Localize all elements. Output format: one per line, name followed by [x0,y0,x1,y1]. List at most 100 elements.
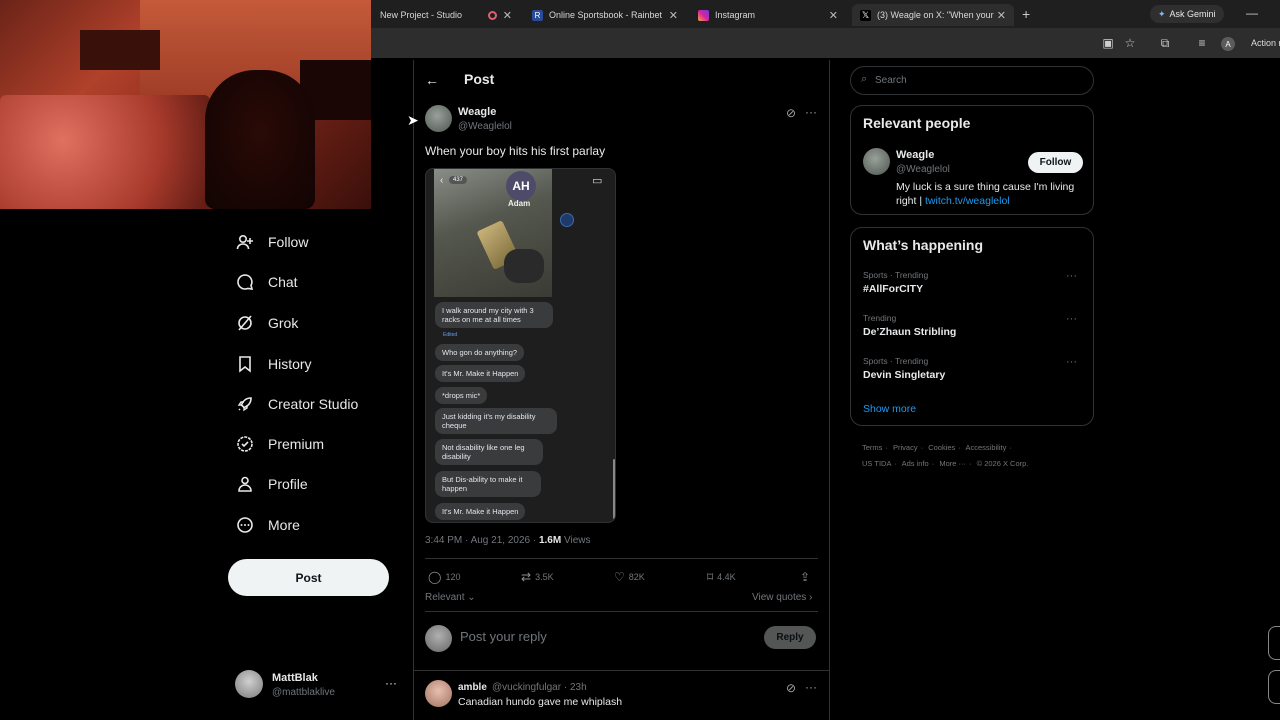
nav-history[interactable]: History [236,352,312,376]
comment-author-name[interactable]: amble [458,682,487,693]
more-dots-icon[interactable]: ··· [805,680,817,694]
tab-title: New Project - Studio [380,10,463,20]
action-label[interactable]: Action r [1251,38,1280,48]
card-title: What’s happening [863,237,984,253]
back-arrow-icon[interactable]: ← [425,72,439,88]
person-bio: My luck is a sure thing cause I'm living… [896,180,1086,208]
like-stat[interactable]: ♡ 82K [614,570,645,584]
nav-label: History [268,356,312,372]
status-dot-icon [560,213,574,227]
trend-category: Sports · Trending [863,270,929,280]
person-icon [236,475,254,493]
recording-icon [487,10,497,20]
edge-control[interactable] [1268,626,1280,660]
divider [425,611,818,612]
search-input[interactable]: ⌕ Search [850,66,1094,95]
footer-sep: · [894,459,897,468]
follow-button[interactable]: Follow [1028,152,1083,173]
compose-post-button[interactable]: Post [228,559,389,596]
ask-gemini-button[interactable]: ✦ Ask Gemini [1150,5,1224,23]
tab-rainbet[interactable]: R Online Sportsbook - Rainbet ✕ [524,4,686,26]
reading-list-icon[interactable]: ≡ [1195,36,1209,50]
avatar[interactable] [863,148,890,175]
avatar [425,625,452,652]
views-label: Views [561,535,591,546]
nav-creator-studio[interactable]: Creator Studio [236,392,358,416]
contact-avatar: AH [506,171,536,201]
reply-button[interactable]: Reply [764,626,816,649]
cast-icon[interactable]: ▣ [1101,36,1115,50]
hand-image [504,249,544,283]
instagram-icon [698,9,709,21]
nav-grok[interactable]: Grok [236,311,298,335]
media-scrollbar [613,459,615,519]
post-time[interactable]: 3:44 PM · Aug 21, 2026 · [425,535,539,546]
share-button[interactable]: ⇪ [800,570,814,584]
more-dots-icon[interactable]: ··· [1066,356,1077,368]
footer-link[interactable]: US TIDA [862,459,891,468]
tab-instagram[interactable]: Instagram ✕ [690,4,846,26]
author-name[interactable]: Weagle [458,106,496,118]
person-handle[interactable]: @Weaglelol [896,164,950,175]
new-tab-button[interactable]: + [1022,6,1030,22]
reply-input[interactable]: Post your reply [460,629,547,644]
comment-author-handle[interactable]: @vuckingfulgar · 23h [492,682,587,693]
comment-text: Canadian hundo gave me whiplash [458,696,623,708]
grok-icon[interactable]: ⊘ [786,106,796,120]
close-tab-icon[interactable]: ✕ [503,9,512,22]
message-bubble: It's Mr. Make it Happen [435,365,526,382]
footer-sep: · [1009,443,1012,452]
webcam-overlay [0,0,371,209]
bookmark-star-icon[interactable]: ☆ [1123,36,1137,50]
nav-more[interactable]: More [236,513,300,537]
bookmark-stat[interactable]: ⌑ 4.4K [707,570,736,584]
nav-chat[interactable]: Chat [236,270,298,294]
footer-link[interactable]: Privacy [893,443,918,452]
share-icon: ⇪ [800,570,811,584]
close-tab-icon[interactable]: ✕ [669,9,678,22]
extensions-icon[interactable]: ⧉ [1158,36,1172,51]
footer-link[interactable]: Accessibility [965,443,1006,452]
more-dots-icon[interactable]: ··· [1066,313,1077,325]
bio-link[interactable]: twitch.tv/weaglelol [925,195,1010,207]
chevron-left-icon: ‹ [440,175,444,186]
footer-link[interactable]: Terms [862,443,882,452]
message-bubble: But Dis-ability to make it happen [435,471,541,497]
show-more-link[interactable]: Show more [863,403,916,415]
trend-item[interactable]: Trending De’Zhaun Stribling ··· [863,313,1083,338]
grok-icon[interactable]: ⊘ [786,681,796,695]
trend-item[interactable]: Sports · Trending Devin Singletary ··· [863,356,1083,381]
nav-premium[interactable]: Premium [236,432,324,456]
divider [425,558,818,559]
footer-link[interactable]: Ads info [902,459,929,468]
profile-avatar[interactable]: A [1221,37,1235,51]
author-handle[interactable]: @Weaglelol [458,121,512,132]
more-dots-icon[interactable]: ··· [1066,270,1077,282]
footer-link[interactable]: More ··· [939,459,966,468]
reply-stat[interactable]: ◯ 120 [428,570,460,584]
avatar[interactable] [425,680,452,707]
nav-profile[interactable]: Profile [236,472,308,496]
more-dots-icon[interactable]: ··· [385,676,397,690]
edge-control[interactable] [1268,670,1280,704]
view-quotes-link[interactable]: View quotes › [752,592,812,603]
account-switcher[interactable]: MattBlak @mattblaklive ··· [235,670,405,702]
tab-studio[interactable]: New Project - Studio ✕ [372,4,520,26]
close-tab-icon[interactable]: ✕ [997,9,1006,22]
avatar[interactable] [425,105,452,132]
post-meta: 3:44 PM · Aug 21, 2026 · 1.6M Views [425,535,590,546]
webcam-headboard [80,30,160,70]
tab-x-post[interactable]: 𝕏 (3) Weagle on X: "When your b ✕ [852,4,1014,26]
post-media[interactable]: ‹ 437 AH Adam ▭ I walk around my city wi… [425,168,616,523]
repost-stat[interactable]: ⇄ 3.5K [521,570,554,584]
trend-item[interactable]: Sports · Trending #AllForCITY ··· [863,270,1083,295]
close-tab-icon[interactable]: ✕ [829,9,838,22]
nav-follow[interactable]: Follow [236,230,308,254]
more-dots-icon[interactable]: ··· [805,105,817,119]
trend-category: Sports · Trending [863,356,929,366]
footer-link[interactable]: Cookies [928,443,955,452]
post-text: When your boy hits his first parlay [425,144,606,158]
minimize-button[interactable]: — [1246,6,1258,20]
person-name[interactable]: Weagle [896,149,934,161]
sort-dropdown[interactable]: Relevant ⌄ [425,592,476,603]
